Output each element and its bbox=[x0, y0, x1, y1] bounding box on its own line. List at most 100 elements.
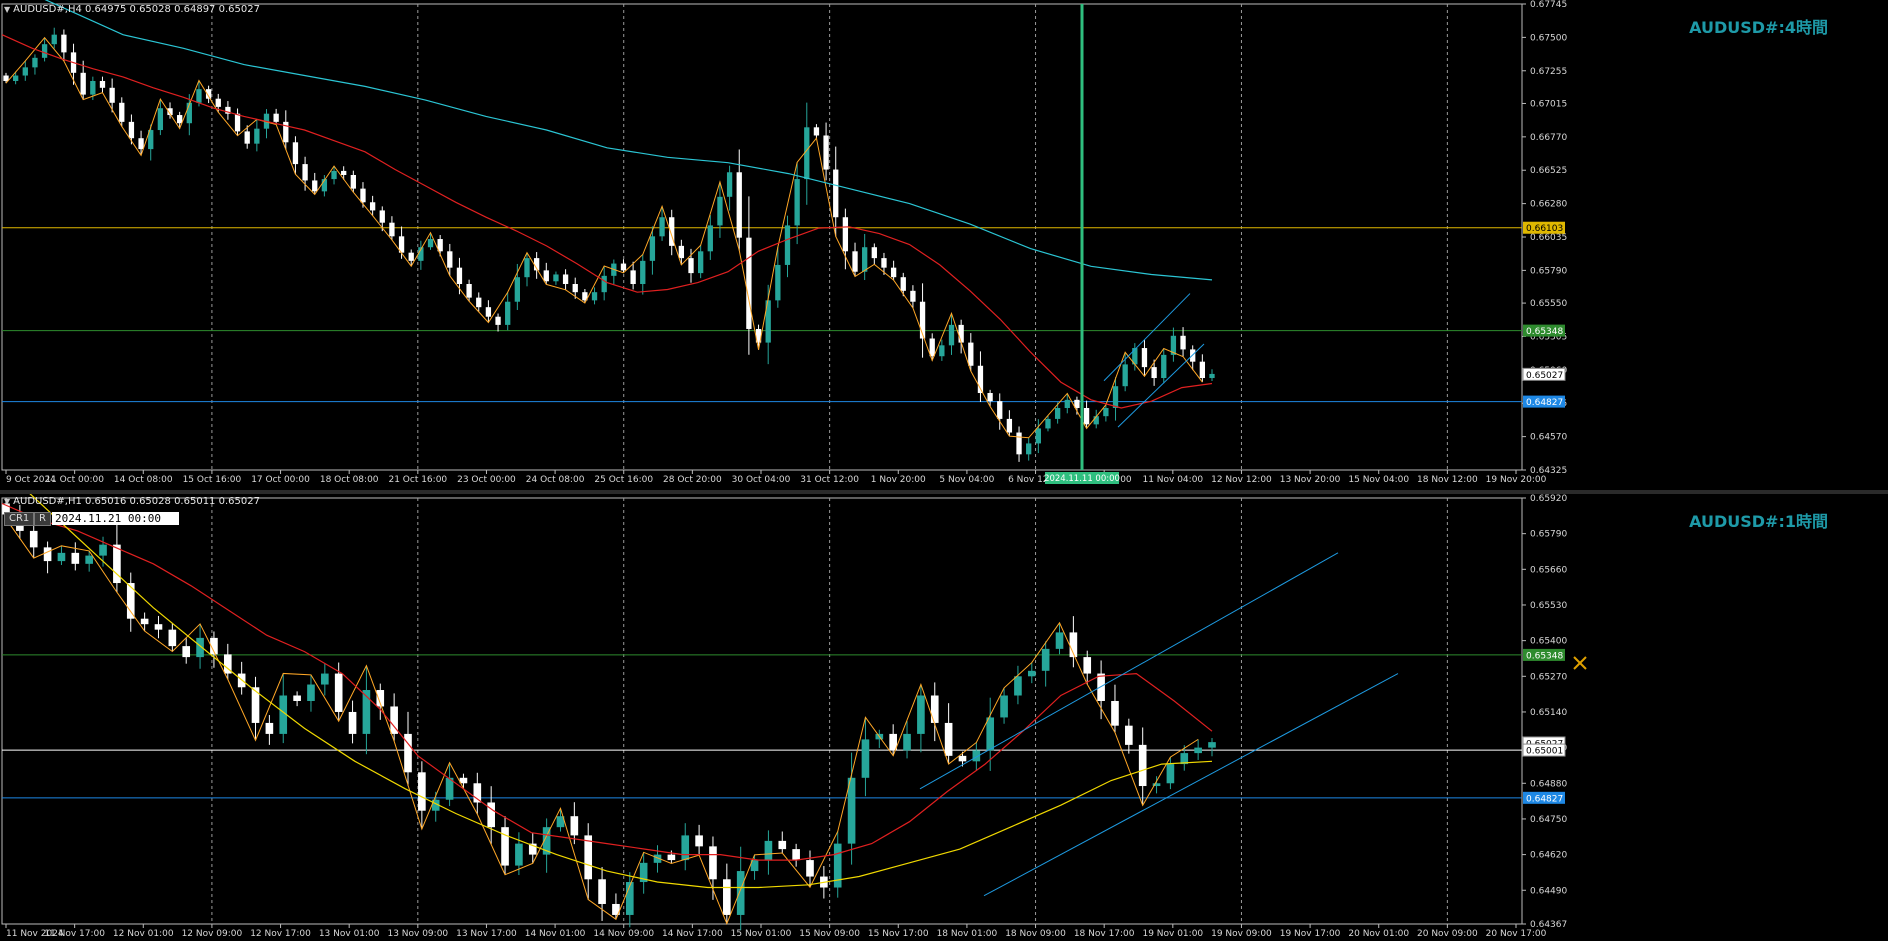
candle-body bbox=[986, 717, 995, 751]
candle-body bbox=[736, 871, 745, 915]
candle-body bbox=[861, 739, 870, 778]
y-tick-label: 0.65270 bbox=[1530, 672, 1567, 682]
x-tick-label: 28 Oct 20:00 bbox=[663, 475, 722, 485]
candle-body bbox=[312, 180, 318, 192]
candle-body bbox=[1199, 361, 1206, 379]
candle-body bbox=[140, 618, 149, 625]
candle-body bbox=[1064, 399, 1070, 409]
candle-body bbox=[813, 127, 820, 136]
y-tick-label: 0.67745 bbox=[1530, 0, 1567, 10]
date-input[interactable]: 2024.11.21 00:00 bbox=[52, 512, 179, 525]
candle-body bbox=[1055, 632, 1064, 649]
candle-body bbox=[707, 225, 713, 252]
candle-body bbox=[630, 270, 636, 285]
candle-body bbox=[930, 695, 939, 723]
h1-chart-pane[interactable]: 11 Nov 2024 11 Nov 17:00 12 Nov 01:00 12 No… bbox=[0, 494, 1888, 941]
candle-body bbox=[1026, 443, 1032, 455]
candle-body bbox=[958, 755, 967, 762]
candle-body bbox=[12, 75, 19, 81]
candle-body bbox=[22, 67, 28, 76]
x-tick-label: 20 Nov 17:00 bbox=[1486, 929, 1547, 939]
candle-body bbox=[1083, 408, 1090, 425]
candle-body bbox=[917, 695, 925, 734]
candle-body bbox=[476, 297, 482, 308]
candle-body bbox=[57, 552, 66, 562]
candle-body bbox=[723, 879, 731, 915]
trend-channel-line[interactable] bbox=[1117, 343, 1205, 428]
x-tick-label: 14 Oct 08:00 bbox=[114, 475, 173, 485]
candle-body bbox=[890, 267, 897, 278]
candle-body bbox=[764, 840, 773, 861]
candle-body bbox=[987, 393, 993, 402]
candle-body bbox=[681, 835, 690, 861]
candle-body bbox=[543, 270, 549, 282]
y-tick-label: 0.65400 bbox=[1530, 637, 1567, 647]
candle-body bbox=[265, 722, 274, 734]
y-tick-label: 0.66280 bbox=[1530, 200, 1567, 210]
candle-body bbox=[389, 222, 395, 237]
candle-body bbox=[939, 345, 945, 357]
moving-average-line bbox=[1, 34, 1213, 409]
candle-body bbox=[823, 135, 829, 170]
candle-body bbox=[1083, 657, 1092, 674]
y-tick-label: 0.64880 bbox=[1530, 779, 1567, 789]
candle-body bbox=[881, 258, 887, 268]
candle-body bbox=[1035, 428, 1041, 444]
candle-body bbox=[515, 843, 523, 866]
candle-body bbox=[41, 44, 48, 58]
candle-body bbox=[736, 172, 742, 238]
candle-body bbox=[862, 247, 868, 272]
collapse-triangle-icon[interactable]: ▼ bbox=[4, 5, 10, 14]
x-tick-label: 20 Nov 01:00 bbox=[1348, 929, 1409, 939]
x-tick-label: 23 Oct 00:00 bbox=[457, 475, 516, 485]
y-tick-label: 0.65140 bbox=[1530, 708, 1567, 718]
candle-body bbox=[717, 196, 723, 226]
y-tick-label: 0.65530 bbox=[1530, 601, 1567, 611]
cursor-date-label: 2024.11.11 00:00 bbox=[1044, 474, 1120, 484]
candle-body bbox=[485, 307, 492, 317]
candle-body bbox=[1016, 432, 1022, 455]
candle-body bbox=[678, 245, 685, 259]
cr1-button[interactable]: CR1 bbox=[4, 512, 35, 526]
candle-body bbox=[99, 80, 106, 88]
candle-body bbox=[570, 816, 579, 836]
candle-body bbox=[254, 128, 260, 144]
candle-body bbox=[620, 263, 627, 271]
candle-body bbox=[495, 316, 501, 325]
candle-body bbox=[292, 142, 299, 165]
candle-body bbox=[196, 89, 202, 103]
candle-body bbox=[584, 835, 593, 880]
x-tick-label: 12 Nov 12:00 bbox=[1211, 475, 1272, 485]
collapse-triangle-icon[interactable]: ▼ bbox=[4, 497, 10, 506]
x-tick-label: 19 Nov 09:00 bbox=[1211, 929, 1272, 939]
candle-body bbox=[997, 401, 1003, 419]
candle-body bbox=[408, 252, 414, 261]
x-tick-label: 14 Nov 09:00 bbox=[593, 929, 654, 939]
candle-body bbox=[1112, 386, 1119, 409]
x-tick-label: 19 Nov 01:00 bbox=[1142, 929, 1203, 939]
candle-body bbox=[427, 239, 434, 248]
trend-channel-line[interactable] bbox=[983, 673, 1399, 897]
h4-chart-pane[interactable]: 9 Oct 2024 11 Oct 00:00 14 Oct 08:00 15 Oct… bbox=[0, 0, 1888, 490]
candle-body bbox=[649, 236, 656, 261]
candle-body bbox=[138, 138, 144, 150]
candle-body bbox=[746, 237, 752, 329]
y-tick-label: 0.66035 bbox=[1530, 233, 1567, 243]
crosshair-tool-icon[interactable] bbox=[1573, 656, 1587, 670]
candle-body bbox=[302, 164, 308, 181]
h4-chart-svg[interactable]: 9 Oct 202411 Oct 00:00 14 Oct 08:00 15 Oct… bbox=[0, 0, 1888, 490]
candle-body bbox=[29, 530, 38, 548]
y-tick-label: 0.64367 bbox=[1530, 920, 1567, 930]
y-tick-label: 0.64570 bbox=[1530, 433, 1567, 443]
h1-chart-svg[interactable]: 11 Nov 202411 Nov 17:00 12 Nov 01:00 12 No… bbox=[0, 494, 1888, 941]
candle-body bbox=[640, 260, 646, 285]
r-button[interactable]: R bbox=[34, 512, 51, 526]
candle-body bbox=[948, 324, 955, 346]
candle-body bbox=[3, 75, 9, 81]
trend-channel-line[interactable] bbox=[1103, 293, 1191, 382]
y-tick-label: 0.64620 bbox=[1530, 851, 1567, 861]
candle-body bbox=[572, 284, 578, 293]
candle-body bbox=[1014, 676, 1022, 696]
candle-body bbox=[514, 277, 520, 302]
candle-body bbox=[1151, 367, 1157, 379]
